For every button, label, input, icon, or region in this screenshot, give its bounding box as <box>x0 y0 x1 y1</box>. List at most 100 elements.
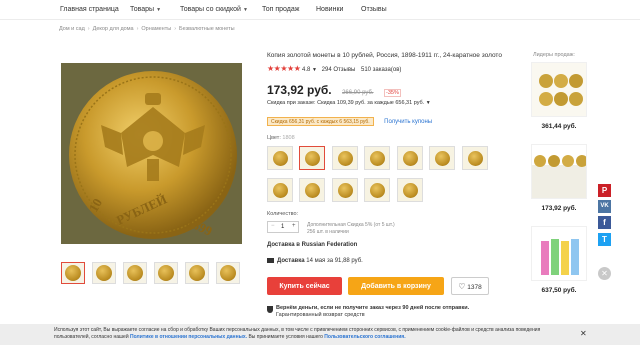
color-label-text: Цвет: <box>267 135 281 141</box>
thumbnail[interactable] <box>92 262 116 284</box>
top-navigation: Главная страница Товары ▼ Товары со скидк… <box>0 0 640 20</box>
color-swatch[interactable] <box>397 178 423 202</box>
wishlist-count: 1378 <box>467 283 482 291</box>
coin-swatch-image <box>435 151 450 166</box>
cookie-close-icon[interactable]: ✕ <box>580 329 587 338</box>
telegram-icon[interactable]: T <box>598 233 611 246</box>
color-label: Цвет: 1808 <box>267 135 295 141</box>
thumbnail[interactable] <box>154 262 178 284</box>
color-swatch[interactable] <box>429 146 455 170</box>
cookie-text: Используя этот сайт, Вы выражаете соглас… <box>54 327 574 341</box>
leaders-title: Лидеры продаж: <box>533 52 575 58</box>
breadcrumb-separator: › <box>174 26 177 32</box>
stock-note: 256 шт. в наличии <box>307 229 349 235</box>
cookie-text-2: Вы принимаете условия нашего <box>248 334 323 340</box>
coupon-badge: Скидка 656,31 руб. с каждых 6 563,15 руб… <box>267 117 374 126</box>
guarantee-subtitle: Гарантированный возврат средств <box>276 312 365 318</box>
coin-swatch-image <box>370 183 385 198</box>
nav-products-label: Товары <box>130 6 155 13</box>
coin-swatch-image <box>305 151 320 166</box>
pinterest-icon[interactable]: P <box>598 184 611 197</box>
breadcrumb-item[interactable]: Декор для дома <box>93 26 134 32</box>
order-discount[interactable]: Скидка при заказе: Скидка 109,39 руб. за… <box>267 100 431 106</box>
coupon-row: Скидка 656,31 руб. с каждых 6 563,15 руб… <box>267 110 432 128</box>
nav-discounted[interactable]: Товары со скидкой ▼ <box>180 6 248 13</box>
coin-set-image <box>532 63 586 116</box>
color-swatch[interactable] <box>267 178 293 202</box>
color-swatch[interactable] <box>364 146 390 170</box>
leader-price: 361,44 руб. <box>541 123 577 130</box>
leader-product-image <box>531 226 587 281</box>
thumbnail[interactable] <box>61 262 85 284</box>
chevron-down-icon: ▼ <box>242 7 248 13</box>
delivery-prefix: Доставка в <box>267 242 300 248</box>
nav-new[interactable]: Новинки <box>316 6 343 13</box>
discount-badge: -35% <box>384 89 401 97</box>
add-to-cart-button[interactable]: Добавить в корзину <box>348 277 444 295</box>
leader-product-image <box>531 62 587 117</box>
facebook-icon[interactable]: f <box>598 216 611 229</box>
leader-price: 637,50 руб. <box>541 287 577 294</box>
page-root: { "nav": { "items": ["Главная страница",… <box>0 0 640 345</box>
color-swatch-selected[interactable] <box>299 146 325 170</box>
shipping-prefix: Доставка <box>277 258 305 264</box>
nav-products[interactable]: Товары ▼ <box>130 6 161 13</box>
coin-swatch-image <box>370 151 385 166</box>
color-swatch[interactable] <box>332 178 358 202</box>
user-agreement-link[interactable]: Пользовательского соглашения. <box>324 334 405 340</box>
product-main-image[interactable]: 10 РУБЛЕЙ 1899 <box>61 63 242 244</box>
coin-swatch-image <box>273 151 288 166</box>
breadcrumb-separator: › <box>87 26 90 32</box>
orders-count: 510 заказа(ов) <box>361 67 402 73</box>
star-rating-icon: ★★★★★ <box>267 64 301 73</box>
breadcrumb-item[interactable]: Безвалютные монеты <box>179 26 235 32</box>
leader-price: 173,92 руб. <box>541 205 577 212</box>
quantity-value[interactable]: 1 <box>281 224 284 230</box>
privacy-policy-link[interactable]: Политике в отношении персональных данных… <box>130 334 247 340</box>
vk-icon[interactable]: VK <box>598 200 611 213</box>
delivery-destination[interactable]: Доставка в Russian Federation <box>267 242 357 248</box>
old-price: 266,90 руб. <box>342 90 374 96</box>
color-swatch[interactable] <box>332 146 358 170</box>
chevron-down-icon: ▼ <box>425 100 431 106</box>
color-swatch[interactable] <box>364 178 390 202</box>
coin-thumb-image <box>189 265 205 281</box>
breadcrumb-item[interactable]: Орнаменты <box>141 26 171 32</box>
order-discount-text: Скидка при заказе: Скидка 109,39 руб. за… <box>267 100 425 106</box>
thumbnail[interactable] <box>216 262 240 284</box>
breadcrumb-item[interactable]: Дом и сад <box>59 26 85 32</box>
leader-product[interactable]: 173,92 руб. <box>531 144 587 212</box>
reviews-count[interactable]: 294 Отзывы <box>322 67 356 73</box>
buy-now-button[interactable]: Купить сейчас <box>267 277 342 295</box>
quantity-note: Дополнительная Скидка 5% (от 5 шт.) 256 … <box>307 222 395 236</box>
color-swatch[interactable] <box>397 146 423 170</box>
thumbnail[interactable] <box>185 262 209 284</box>
shipping-info: Доставка 14 мая за 91,88 руб. <box>267 258 363 264</box>
get-coupons-link[interactable]: Получить купоны <box>384 119 432 125</box>
breadcrumb: Дом и сад › Декор для дома › Орнаменты › Безва… <box>59 26 235 34</box>
leader-product[interactable]: 361,44 руб. <box>531 62 587 130</box>
leader-product[interactable]: 637,50 руб. <box>531 226 587 294</box>
bulk-discount-note: Дополнительная Скидка 5% (от 5 шт.) <box>307 222 395 228</box>
nav-reviews[interactable]: Отзывы <box>361 6 387 13</box>
guarantee: Вернём деньги, если не получите заказ че… <box>276 305 469 319</box>
quantity-decrease-button[interactable]: − <box>271 223 275 229</box>
nav-home[interactable]: Главная страница <box>60 6 119 13</box>
coin-thumb-image <box>96 265 112 281</box>
rating-value: 4.8 <box>302 67 311 73</box>
guarantee-title: Вернём деньги, если не получите заказ че… <box>276 305 470 311</box>
gold-coin-image: 10 РУБЛЕЙ 1899 <box>61 63 242 244</box>
coin-swatch-image <box>468 151 483 166</box>
heart-icon: ♡ <box>458 281 466 291</box>
color-swatch[interactable] <box>299 178 325 202</box>
coin-swatch-image <box>338 183 353 198</box>
close-icon[interactable]: ✕ <box>598 267 611 280</box>
chevron-down-icon[interactable]: ▼ <box>312 67 317 73</box>
thumbnail[interactable] <box>123 262 147 284</box>
color-swatch[interactable] <box>462 146 488 170</box>
color-swatch[interactable] <box>267 146 293 170</box>
wishlist-button[interactable]: ♡ 1378 <box>451 277 489 295</box>
quantity-increase-button[interactable]: + <box>292 223 296 229</box>
candy-bottles-image <box>532 227 586 280</box>
nav-top-sales[interactable]: Топ продаж <box>262 6 299 13</box>
